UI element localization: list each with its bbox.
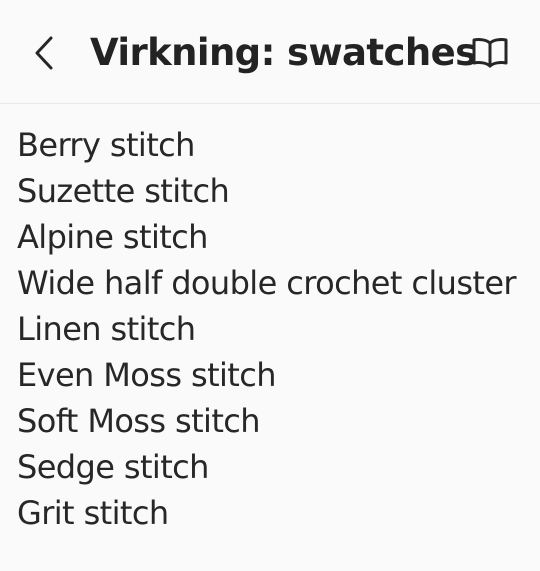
back-button[interactable] <box>22 28 66 78</box>
list-item[interactable]: Wide half double crochet cluster <box>0 260 540 306</box>
book-button[interactable] <box>466 28 514 76</box>
chevron-left-icon <box>35 36 53 70</box>
swatch-list: Berry stitch Suzette stitch Alpine stitc… <box>0 122 540 536</box>
list-item[interactable]: Even Moss stitch <box>0 352 540 398</box>
list-item[interactable]: Soft Moss stitch <box>0 398 540 444</box>
page-title: Virkning: swatches <box>90 31 477 74</box>
list-item[interactable]: Alpine stitch <box>0 214 540 260</box>
list-item[interactable]: Sedge stitch <box>0 444 540 490</box>
open-book-icon <box>472 38 508 68</box>
list-item[interactable]: Grit stitch <box>0 490 540 536</box>
list-item[interactable]: Suzette stitch <box>0 168 540 214</box>
app-header: Virkning: swatches <box>0 0 540 104</box>
list-item[interactable]: Linen stitch <box>0 306 540 352</box>
list-item[interactable]: Berry stitch <box>0 122 540 168</box>
